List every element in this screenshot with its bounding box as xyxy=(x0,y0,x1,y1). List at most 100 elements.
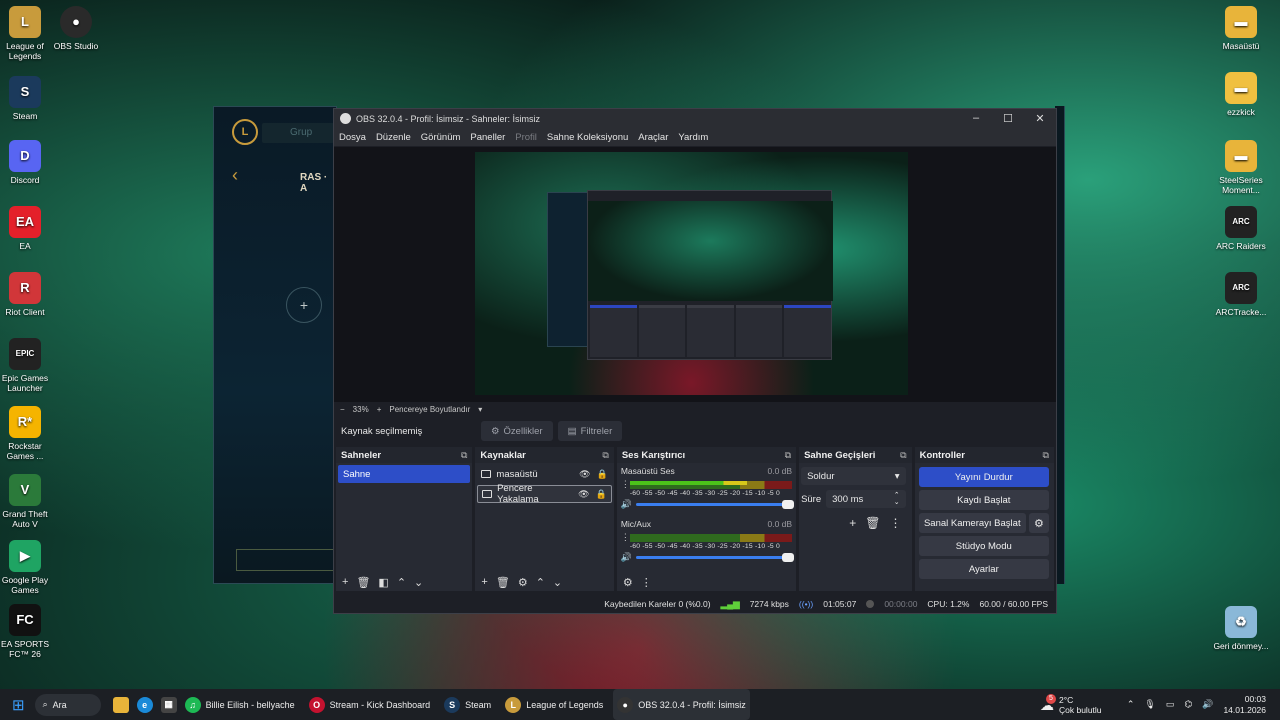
menu-item[interactable]: Sahne Koleksiyonu xyxy=(547,132,628,143)
league-client-window[interactable]: L Grup ‹ RAS · A + xyxy=(213,106,338,584)
menu-item[interactable]: Düzenle xyxy=(376,132,411,143)
network-icon[interactable]: ⌬ xyxy=(1184,699,1192,710)
desktop-icon[interactable]: ▬ Masaüstü xyxy=(1211,6,1271,51)
desktop-icon[interactable]: R Riot Client xyxy=(0,272,55,317)
league-group-field[interactable]: Grup xyxy=(262,123,334,143)
add-player-button[interactable]: + xyxy=(286,287,322,323)
speaker-icon[interactable]: 🔊 xyxy=(621,552,632,563)
desktop-icon[interactable]: ▬ ezzkick xyxy=(1211,72,1271,117)
zoom-in-button[interactable]: + xyxy=(377,405,382,414)
close-button[interactable]: ✕ xyxy=(1024,112,1056,125)
speaker-icon[interactable]: 🔊 xyxy=(621,499,632,510)
desktop-icon[interactable]: D Discord xyxy=(0,140,55,185)
eye-icon[interactable]: 👁 xyxy=(578,489,589,500)
popout-icon[interactable]: ⧉ xyxy=(1043,450,1049,461)
menu-item[interactable]: Paneller xyxy=(470,132,505,143)
add-icon[interactable]: + xyxy=(342,576,348,588)
filter-icon[interactable]: ◧ xyxy=(378,576,388,589)
popout-icon[interactable]: ⧉ xyxy=(900,450,906,461)
mixer-settings-icon[interactable]: ⚙ xyxy=(623,576,633,589)
desktop-icon[interactable]: ▶ Google Play Games xyxy=(0,540,55,595)
desktop-icon[interactable]: FC EA SPORTS FC™ 26 xyxy=(0,604,55,659)
desktop-icon-obs-studio[interactable]: ● OBS Studio xyxy=(46,6,106,51)
studio-mode-button[interactable]: Stüdyo Modu xyxy=(918,536,1049,556)
add-icon[interactable]: + xyxy=(481,576,487,588)
properties-button[interactable]: ⚙ Özellikler xyxy=(481,421,553,441)
volume-icon[interactable]: 🔊 xyxy=(1202,699,1213,710)
transition-select[interactable]: Soldur ▾ xyxy=(801,467,906,485)
chevron-up-icon[interactable]: ⌃ xyxy=(1127,699,1135,710)
fit-to-window-button[interactable]: Pencereye Boyutlandır xyxy=(389,405,470,414)
start-recording-button[interactable]: Kaydı Başlat xyxy=(918,490,1049,510)
obs-titlebar[interactable]: OBS 32.0.4 - Profil: İsimsiz - Sahneler:… xyxy=(334,109,1056,128)
taskbar-app[interactable]: ♫ Billie Eilish - bellyache xyxy=(181,689,299,720)
desktop-icon[interactable]: R* Rockstar Games ... xyxy=(0,406,55,461)
start-virtual-camera-button[interactable]: Sanal Kamerayı Başlat xyxy=(918,513,1026,533)
source-item[interactable]: masaüstü 👁 🔒 xyxy=(477,465,611,483)
add-icon[interactable]: + xyxy=(849,516,856,530)
desktop-icon[interactable]: EPIC Epic Games Launcher xyxy=(0,338,55,393)
menu-item[interactable]: Görünüm xyxy=(421,132,461,143)
duration-spinbox[interactable]: 300 ms ⌃ ⌄ xyxy=(826,490,906,508)
clock[interactable]: 00:03 14.01.2026 xyxy=(1223,694,1266,716)
desktop-icon[interactable]: V Grand Theft Auto V xyxy=(0,474,55,529)
filters-button[interactable]: ▤ Filtreler xyxy=(557,421,623,441)
desktop-icon[interactable]: ARC ARC Raiders xyxy=(1211,206,1271,251)
kebab-menu-icon[interactable]: ⋮ xyxy=(641,576,652,589)
popout-icon[interactable]: ⧉ xyxy=(602,450,608,461)
gear-icon[interactable]: ⚙ xyxy=(518,576,528,589)
move-down-icon[interactable]: ⌄ xyxy=(414,576,423,589)
stop-stream-button[interactable]: Yayını Durdur xyxy=(918,467,1049,487)
volume-slider[interactable] xyxy=(636,500,795,509)
taskbar-app[interactable]: S Steam xyxy=(440,689,495,720)
search-box[interactable]: ⌕ Ara xyxy=(34,693,101,716)
kebab-menu-icon[interactable]: ⋮ xyxy=(621,532,630,543)
display-icon[interactable]: ▭ xyxy=(1166,699,1175,710)
popout-icon[interactable]: ⧉ xyxy=(785,450,791,461)
move-up-icon[interactable]: ⌃ xyxy=(397,576,406,589)
trash-icon[interactable]: 🗑 xyxy=(865,516,880,530)
taskbar-edge[interactable]: e xyxy=(133,689,157,720)
menu-item[interactable]: Dosya xyxy=(339,132,366,143)
volume-slider-handle[interactable] xyxy=(782,500,795,509)
move-down-icon[interactable]: ⌄ xyxy=(553,576,562,589)
taskbar-app[interactable]: L League of Legends xyxy=(501,689,607,720)
lock-icon[interactable]: 🔒 xyxy=(597,469,608,480)
scene-item[interactable]: Sahne xyxy=(338,465,471,483)
move-up-icon[interactable]: ⌃ xyxy=(536,576,545,589)
taskbar-app[interactable]: O Stream - Kick Dashboard xyxy=(305,689,435,720)
popout-icon[interactable]: ⧉ xyxy=(461,450,467,461)
kebab-menu-icon[interactable]: ⋮ xyxy=(621,479,630,490)
spin-arrows-icon[interactable]: ⌃ ⌄ xyxy=(894,492,900,506)
minimize-button[interactable]: – xyxy=(960,112,992,125)
desktop-icon[interactable]: ARC ARCTracke... xyxy=(1211,272,1271,317)
settings-button[interactable]: Ayarlar xyxy=(918,559,1049,579)
desktop-icon[interactable]: ♻ Geri dönmey... xyxy=(1211,606,1271,651)
obs-window[interactable]: OBS 32.0.4 - Profil: İsimsiz - Sahneler:… xyxy=(333,108,1057,614)
preview-area[interactable] xyxy=(334,147,1056,403)
kebab-menu-icon[interactable]: ⋮ xyxy=(889,516,901,530)
league-chat-input[interactable] xyxy=(236,549,338,571)
chevron-down-icon[interactable]: ▾ xyxy=(478,405,482,414)
taskbar-app[interactable]: ● OBS 32.0.4 - Profil: İsimsiz xyxy=(613,689,750,720)
trash-icon[interactable]: 🗑 xyxy=(496,576,510,589)
trash-icon[interactable]: 🗑 xyxy=(356,576,370,589)
zoom-out-button[interactable]: − xyxy=(340,405,345,414)
taskbar-store[interactable]: ▦ xyxy=(157,689,181,720)
source-item[interactable]: Pencere Yakalama 👁 🔒 xyxy=(477,483,612,505)
back-arrow-icon[interactable]: ‹ xyxy=(232,165,238,186)
start-button[interactable]: ⊞ xyxy=(0,689,29,720)
menu-item[interactable]: Yardım xyxy=(678,132,708,143)
microphone-icon[interactable]: 🎙 xyxy=(1144,699,1155,710)
maximize-button[interactable]: ☐ xyxy=(992,112,1024,125)
menu-item[interactable]: Profil xyxy=(515,132,537,143)
volume-slider[interactable] xyxy=(636,553,795,562)
menu-item[interactable]: Araçlar xyxy=(638,132,668,143)
volume-slider-handle[interactable] xyxy=(782,553,795,562)
desktop-icon[interactable]: EA EA xyxy=(0,206,55,251)
desktop-icon[interactable]: S Steam xyxy=(0,76,55,121)
eye-icon[interactable]: 👁 xyxy=(579,469,590,480)
desktop-icon[interactable]: ▬ SteelSeries Moment... xyxy=(1211,140,1271,195)
gear-icon[interactable]: ⚙ xyxy=(1028,513,1049,533)
taskbar-file-explorer[interactable] xyxy=(109,689,133,720)
